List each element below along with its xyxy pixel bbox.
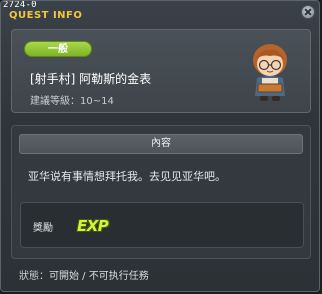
quest-header-panel: 一般 [射手村] 阿勒斯的金表 建議等級：10~14 — [11, 29, 311, 113]
quest-name: [射手村] 阿勒斯的金表 — [30, 72, 152, 86]
quest-info-window: 2724-0 QUEST INFO 一般 [射手村] 阿勒斯的金表 建議等級：1… — [0, 0, 320, 292]
close-icon[interactable] — [301, 5, 315, 19]
quest-id-label: 2724-0 — [3, 0, 37, 10]
reward-label: 獎勵 — [33, 223, 53, 234]
status-value: 可開始 / 不可执行任務 — [49, 271, 149, 282]
recommended-level: 建議等級：10~14 — [30, 96, 114, 107]
status-label: 狀態： — [19, 271, 49, 282]
quest-description: 亚华说有事情想拜托我。去见见亚华吧。 — [28, 170, 226, 183]
reward-box: 獎勵 EXP — [20, 202, 304, 248]
content-panel: 內容 亚华说有事情想拜托我。去见见亚华吧。 獎勵 EXP — [11, 125, 311, 259]
window-title: QUEST INFO — [9, 10, 83, 21]
category-badge: 一般 — [24, 41, 92, 57]
title-bar[interactable]: 2724-0 QUEST INFO — [1, 1, 319, 23]
exp-reward-icon: EXP — [77, 217, 109, 235]
quest-status: 狀態：可開始 / 不可执行任務 — [19, 267, 149, 282]
npc-avatar-icon — [253, 44, 287, 101]
content-header: 內容 — [19, 134, 303, 154]
